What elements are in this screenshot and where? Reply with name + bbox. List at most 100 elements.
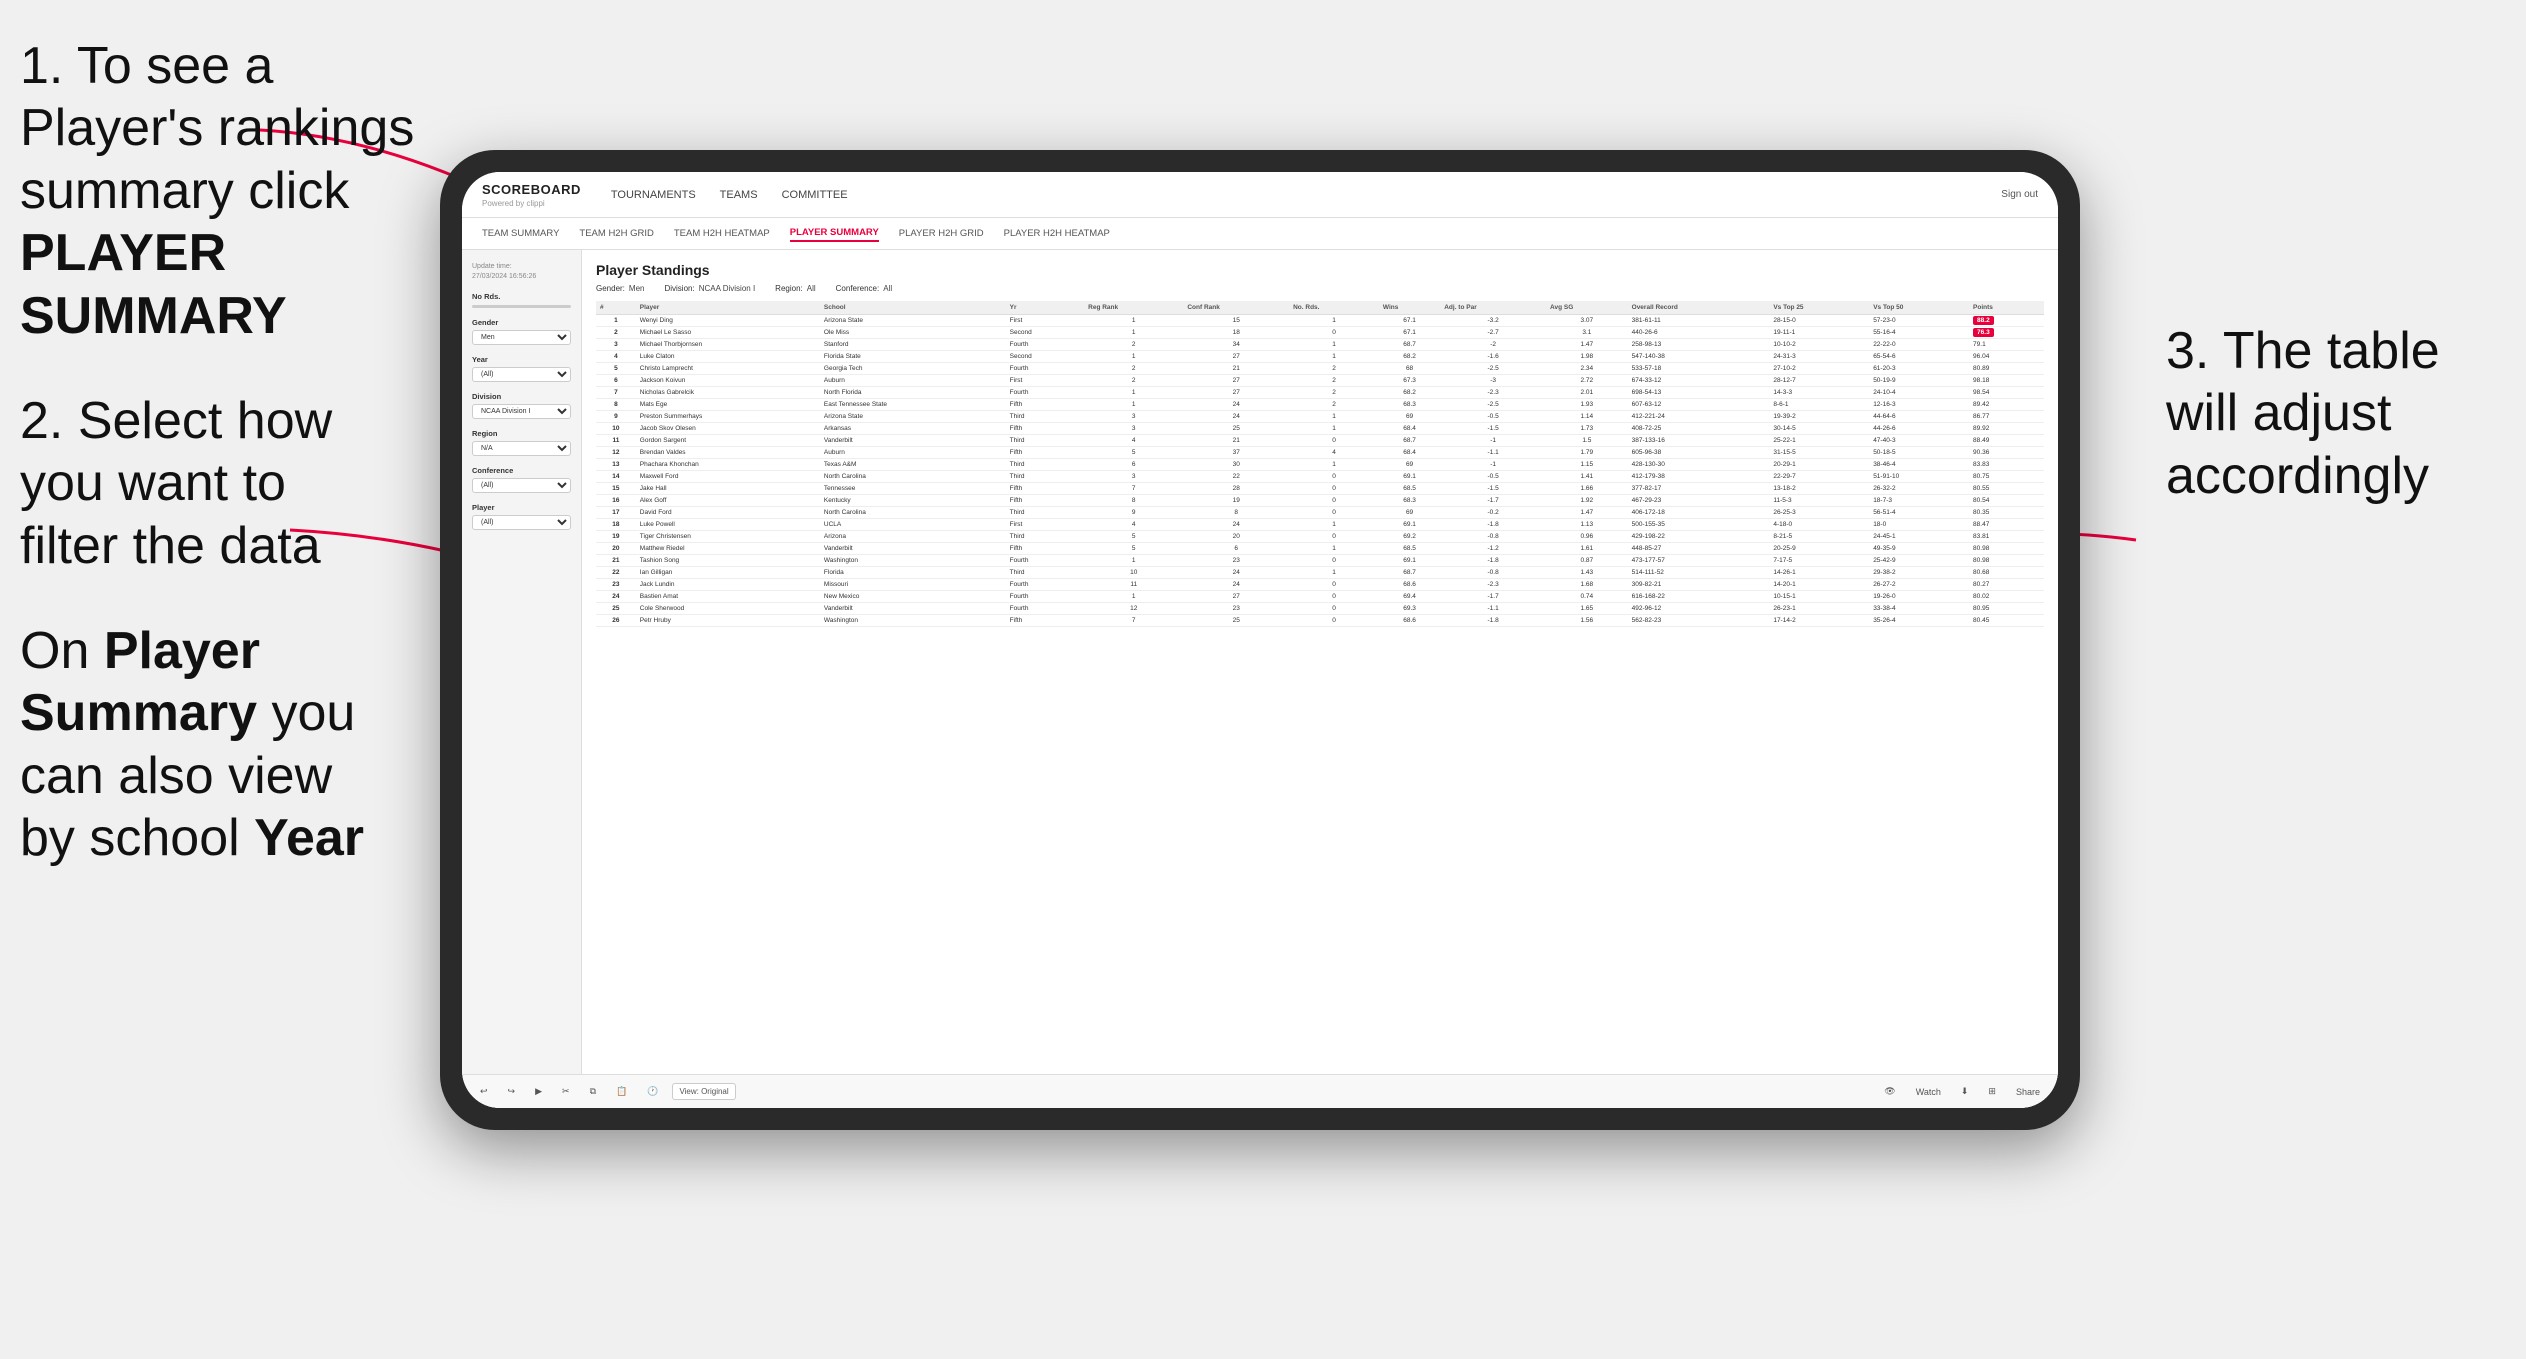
cell-rds: 1	[1289, 315, 1379, 327]
cell-player[interactable]: Cole Sherwood	[636, 603, 820, 615]
col-sg[interactable]: Avg SG	[1546, 301, 1628, 315]
cell-wins: 68.6	[1379, 579, 1440, 591]
subnav-team-summary[interactable]: TEAM SUMMARY	[482, 226, 559, 241]
cell-player[interactable]: Alex Goff	[636, 495, 820, 507]
no-rds-section: No Rds.	[472, 292, 571, 308]
col-rank[interactable]: #	[596, 301, 636, 315]
step2-text: 2. Select how you want to filter the dat…	[20, 392, 332, 575]
nav-teams[interactable]: TEAMS	[720, 187, 758, 203]
cell-player[interactable]: Tiger Christensen	[636, 531, 820, 543]
cell-points: 80.68	[1969, 567, 2044, 579]
clock-btn[interactable]: 🕐	[641, 1083, 664, 1100]
cell-player[interactable]: Jack Lundin	[636, 579, 820, 591]
col-player[interactable]: Player	[636, 301, 820, 315]
sign-out-link[interactable]: Sign out	[2001, 189, 2038, 200]
redo-btn[interactable]: ↪	[502, 1083, 522, 1100]
cell-adj: -1.6	[1440, 351, 1546, 363]
cell-rank: 7	[596, 387, 636, 399]
col-vst50[interactable]: Vs Top 50	[1869, 301, 1969, 315]
play-btn[interactable]: ▶	[529, 1083, 548, 1100]
main-nav: TOURNAMENTS TEAMS COMMITTEE	[611, 187, 2001, 203]
no-rds-slider[interactable]	[472, 305, 571, 308]
col-vst25[interactable]: Vs Top 25	[1769, 301, 1869, 315]
cell-player[interactable]: Jackson Koivun	[636, 375, 820, 387]
cell-player[interactable]: Michael Le Sasso	[636, 327, 820, 339]
cell-wins: 68.7	[1379, 567, 1440, 579]
cell-player[interactable]: Christo Lamprecht	[636, 363, 820, 375]
division-select[interactable]: NCAA Division I	[472, 404, 571, 419]
watch-btn[interactable]: Watch	[1910, 1084, 1947, 1100]
col-record[interactable]: Overall Record	[1628, 301, 1770, 315]
cell-player[interactable]: Ian Gilligan	[636, 567, 820, 579]
cell-adj: -2	[1440, 339, 1546, 351]
share-btn[interactable]: Share	[2010, 1084, 2046, 1100]
cell-player[interactable]: Luke Claton	[636, 351, 820, 363]
gender-filter-value: Men	[629, 284, 645, 293]
view-original-btn[interactable]: View: Original	[672, 1083, 735, 1100]
cell-player[interactable]: Jacob Skov Olesen	[636, 423, 820, 435]
col-no-rds[interactable]: No. Rds.	[1289, 301, 1379, 315]
cell-player[interactable]: Preston Summerhays	[636, 411, 820, 423]
subnav-player-h2h-grid[interactable]: PLAYER H2H GRID	[899, 226, 984, 241]
cell-player[interactable]: Mats Ege	[636, 399, 820, 411]
cell-vst25: 19-11-1	[1769, 327, 1869, 339]
cell-rds: 0	[1289, 579, 1379, 591]
cell-player[interactable]: Phachara Khonchan	[636, 459, 820, 471]
nav-committee[interactable]: COMMITTEE	[782, 187, 848, 203]
cell-adj: -2.5	[1440, 363, 1546, 375]
cell-school: Ole Miss	[820, 327, 1006, 339]
cell-player[interactable]: Petr Hruby	[636, 615, 820, 627]
cell-conf-rank: 37	[1183, 447, 1289, 459]
year-section: Year (All)	[472, 355, 571, 382]
col-points[interactable]: Points	[1969, 301, 2044, 315]
cell-wins: 69.4	[1379, 591, 1440, 603]
cell-points: 80.89	[1969, 363, 2044, 375]
paste-btn[interactable]: 📋	[610, 1083, 633, 1100]
copy-btn[interactable]: ⧉	[584, 1083, 602, 1100]
cell-player[interactable]: Michael Thorbjornsen	[636, 339, 820, 351]
cut-btn[interactable]: ✂	[556, 1083, 576, 1100]
cell-player[interactable]: David Ford	[636, 507, 820, 519]
cell-yr: Second	[1006, 351, 1084, 363]
cell-player[interactable]: Tashion Song	[636, 555, 820, 567]
col-yr[interactable]: Yr	[1006, 301, 1084, 315]
subnav-team-h2h-heatmap[interactable]: TEAM H2H HEATMAP	[674, 226, 770, 241]
subnav-team-h2h-grid[interactable]: TEAM H2H GRID	[579, 226, 653, 241]
table-scroll-container[interactable]: # Player School Yr Reg Rank Conf Rank No…	[596, 301, 2044, 627]
cell-player[interactable]: Bastien Amat	[636, 591, 820, 603]
division-filter-label: Division:	[664, 284, 694, 293]
cell-player[interactable]: Brendan Valdes	[636, 447, 820, 459]
conference-select[interactable]: (All)	[472, 478, 571, 493]
update-time: Update time: 27/03/2024 16:56:26	[472, 262, 571, 282]
cell-player[interactable]: Jake Hall	[636, 483, 820, 495]
cell-rds: 2	[1289, 375, 1379, 387]
download-btn[interactable]: ⬇	[1955, 1083, 1975, 1100]
undo-btn[interactable]: ↩	[474, 1083, 494, 1100]
subnav-player-summary[interactable]: PLAYER SUMMARY	[790, 225, 879, 242]
region-select[interactable]: N/A	[472, 441, 571, 456]
step1-bold: PLAYER SUMMARY	[20, 224, 287, 344]
cell-vst25: 31-15-5	[1769, 447, 1869, 459]
col-adj[interactable]: Adj. to Par	[1440, 301, 1546, 315]
table-row: 12 Brendan Valdes Auburn Fifth 5 37 4 68…	[596, 447, 2044, 459]
gender-select[interactable]: Men	[472, 330, 571, 345]
cell-player[interactable]: Gordon Sargent	[636, 435, 820, 447]
col-reg-rank[interactable]: Reg Rank	[1084, 301, 1183, 315]
subnav-player-h2h-heatmap[interactable]: PLAYER H2H HEATMAP	[1004, 226, 1110, 241]
year-select[interactable]: (All)	[472, 367, 571, 382]
cell-record: 492-96-12	[1628, 603, 1770, 615]
col-school[interactable]: School	[820, 301, 1006, 315]
nav-tournaments[interactable]: TOURNAMENTS	[611, 187, 696, 203]
player-select[interactable]: (All)	[472, 515, 571, 530]
cell-player[interactable]: Wenyi Ding	[636, 315, 820, 327]
col-wins[interactable]: Wins	[1379, 301, 1440, 315]
col-conf-rank[interactable]: Conf Rank	[1183, 301, 1289, 315]
cell-player[interactable]: Matthew Riedel	[636, 543, 820, 555]
cell-player[interactable]: Nicholas Gabrelcik	[636, 387, 820, 399]
cell-reg-rank: 1	[1084, 315, 1183, 327]
cell-record: 674-33-12	[1628, 375, 1770, 387]
cell-points: 86.77	[1969, 411, 2044, 423]
grid-btn[interactable]: ⊞	[1982, 1083, 2002, 1100]
cell-player[interactable]: Maxwell Ford	[636, 471, 820, 483]
cell-player[interactable]: Luke Powell	[636, 519, 820, 531]
